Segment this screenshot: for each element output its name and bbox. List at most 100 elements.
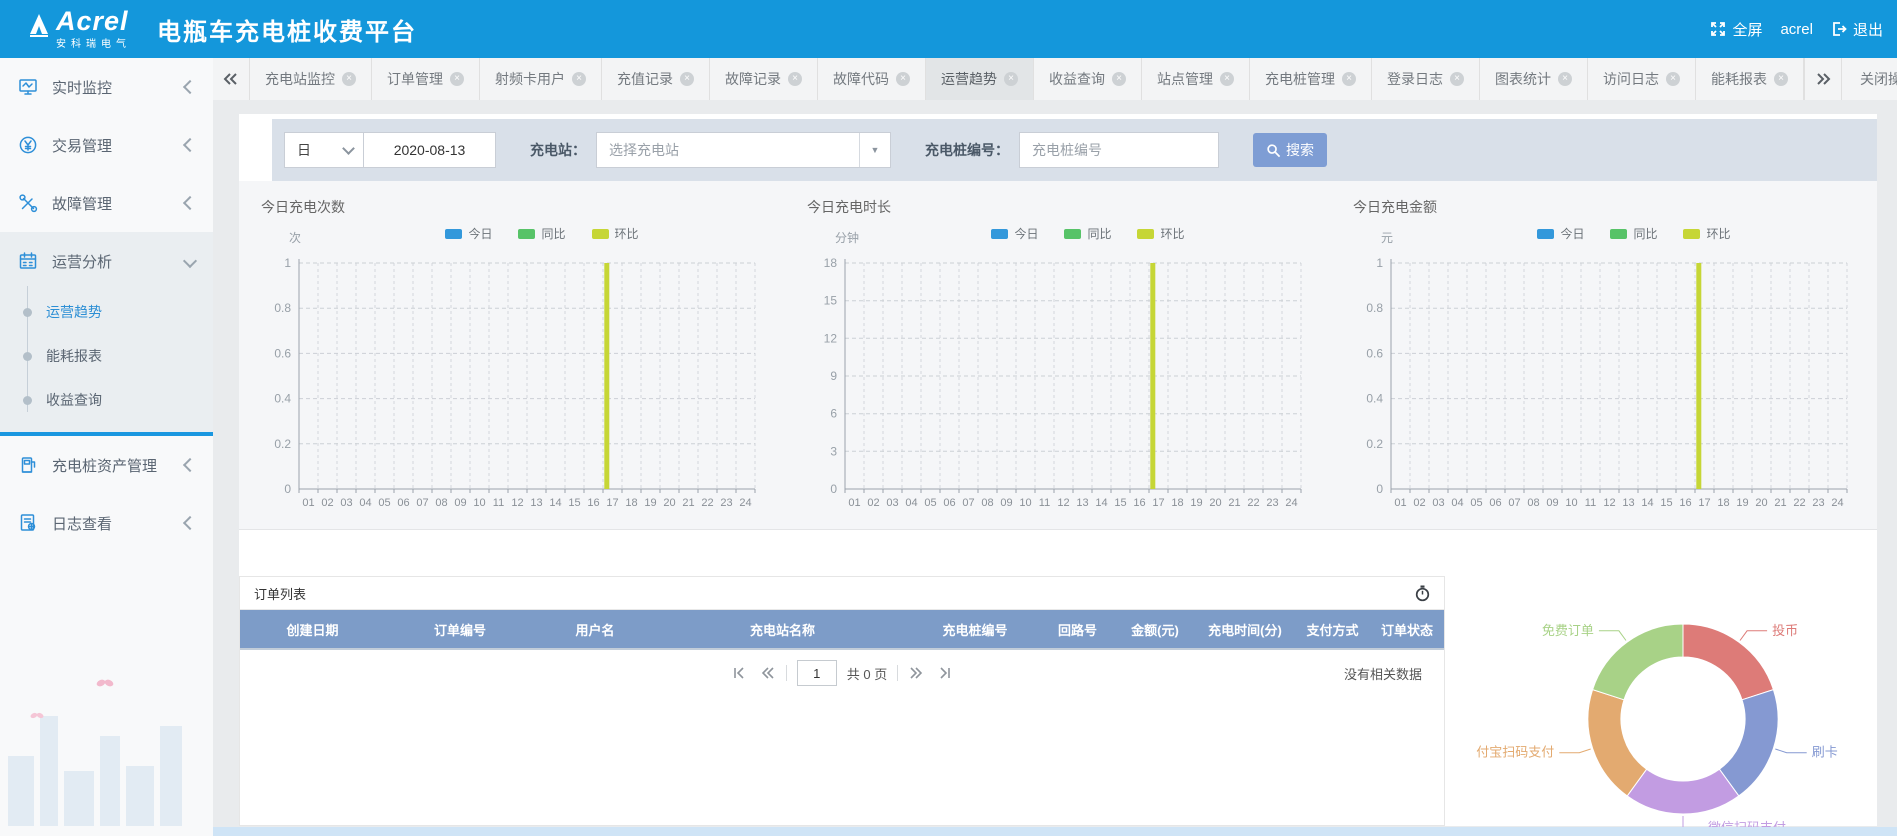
tab-close-icon[interactable]: × <box>342 72 356 86</box>
tab-label: 能耗报表 <box>1711 69 1767 89</box>
sidebar-item-实时监控[interactable]: 实时监控 <box>0 58 213 116</box>
tab-射频卡用户[interactable]: 射频卡用户× <box>480 58 602 100</box>
tab-close-icon[interactable]: × <box>1220 72 1234 86</box>
tabs-scroll-left-button[interactable] <box>213 58 250 100</box>
sidebar-item-日志查看[interactable]: 日志查看 <box>0 494 213 552</box>
svg-text:02: 02 <box>321 497 333 509</box>
tab-close-icon[interactable]: × <box>1342 72 1356 86</box>
svg-text:19: 19 <box>644 497 656 509</box>
tab-能耗报表[interactable]: 能耗报表 × <box>1696 58 1804 100</box>
legend-item-今日[interactable]: 今日 <box>445 225 492 242</box>
legend-item-环比[interactable]: 环比 <box>1137 225 1184 242</box>
charts-section: 今日充电次数次今日同比环比00.20.40.60.810102030405060… <box>239 181 1877 530</box>
sidebar-subitem-能耗报表[interactable]: 能耗报表 <box>0 334 213 378</box>
legend-item-环比[interactable]: 环比 <box>1683 225 1730 242</box>
tab-站点管理[interactable]: 站点管理× <box>1142 58 1250 100</box>
sidebar-subitem-收益查询[interactable]: 收益查询 <box>0 378 213 422</box>
tab-close-icon[interactable]: × <box>1666 72 1680 86</box>
username[interactable]: acrel <box>1780 21 1813 38</box>
legend-item-同比[interactable]: 同比 <box>1610 225 1657 242</box>
tab-close-icon[interactable]: × <box>1004 72 1018 86</box>
pie-slice-投币[interactable] <box>1683 624 1773 700</box>
sidebar-subitem-运营趋势[interactable]: 运营趋势 <box>0 290 213 334</box>
tabs-scroll-right-button[interactable] <box>1804 58 1841 100</box>
tab-充电桩管理[interactable]: 充电桩管理× <box>1250 58 1372 100</box>
tab-close-icon[interactable]: × <box>788 72 802 86</box>
tab-close-icon[interactable]: × <box>1774 72 1788 86</box>
close-operations-menu[interactable]: 关闭操作 <box>1841 58 1897 100</box>
sidebar-item-故障管理[interactable]: 故障管理 <box>0 174 213 232</box>
tab-close-icon[interactable]: × <box>896 72 910 86</box>
charge_duration-plot: 0369121518010203040506070809101112131415… <box>789 253 1319 513</box>
tab-充电站监控[interactable]: 充电站监控 × <box>250 58 372 100</box>
tab-close-icon[interactable]: × <box>572 72 586 86</box>
period-select[interactable]: 日 <box>284 132 364 168</box>
date-input[interactable] <box>364 132 496 168</box>
fullscreen-button[interactable]: 全屏 <box>1710 19 1762 40</box>
sidebar: 实时监控交易管理故障管理运营分析运营趋势能耗报表收益查询充电桩资产管理日志查看 <box>0 58 214 836</box>
first-page-button[interactable] <box>730 665 748 681</box>
station-select[interactable]: 选择充电站 ▼ <box>596 132 891 168</box>
butterfly-icon <box>96 676 114 690</box>
tab-访问日志[interactable]: 访问日志× <box>1588 58 1696 100</box>
chart-legend: 今日 同比 环比 <box>785 225 1331 242</box>
tab-close-icon[interactable]: × <box>450 72 464 86</box>
column-header-支付方式: 支付方式 <box>1295 620 1370 639</box>
tab-close-icon[interactable]: × <box>680 72 694 86</box>
legend-item-同比[interactable]: 同比 <box>518 225 565 242</box>
sidebar-item-label: 运营分析 <box>52 251 112 272</box>
svg-text:15: 15 <box>824 294 838 308</box>
tab-label: 订单管理 <box>387 69 443 89</box>
tab-close-icon[interactable]: × <box>1558 72 1572 86</box>
legend-item-今日[interactable]: 今日 <box>1537 225 1584 242</box>
tab-登录日志[interactable]: 登录日志× <box>1372 58 1480 100</box>
pie-slice-免费订单[interactable] <box>1593 624 1683 700</box>
no-data-text: 没有相关数据 <box>1344 664 1422 683</box>
tab-充值记录[interactable]: 充值记录× <box>602 58 710 100</box>
prev-page-button[interactable] <box>758 665 776 681</box>
sidebar-item-运营分析[interactable]: 运营分析 <box>0 232 213 290</box>
next-page-button[interactable] <box>908 665 926 681</box>
svg-text:12: 12 <box>1603 497 1615 509</box>
legend-swatch <box>518 229 535 239</box>
clock-icon[interactable] <box>1415 585 1430 602</box>
legend-item-环比[interactable]: 环比 <box>592 225 639 242</box>
tab-label: 充电站监控 <box>265 69 335 89</box>
tab-label: 故障记录 <box>725 69 781 89</box>
legend-item-今日[interactable]: 今日 <box>991 225 1038 242</box>
legend-item-同比[interactable]: 同比 <box>1064 225 1111 242</box>
svg-text:17: 17 <box>1698 497 1710 509</box>
pie-slice-微信扫码支付[interactable] <box>1627 769 1739 814</box>
tab-运营趋势[interactable]: 运营趋势× <box>926 58 1034 100</box>
tab-list: 充电站监控×订单管理×射频卡用户×充值记录×故障记录×故障代码×运营趋势×收益查… <box>250 58 1804 100</box>
svg-text:20: 20 <box>1755 497 1767 509</box>
svg-text:02: 02 <box>1413 497 1425 509</box>
tab-图表统计[interactable]: 图表统计× <box>1480 58 1588 100</box>
pile-number-input[interactable] <box>1019 132 1219 168</box>
tab-close-icon[interactable]: × <box>1112 72 1126 86</box>
pie-slice-付宝扫码支付[interactable] <box>1588 690 1647 796</box>
horizontal-scrollbar[interactable] <box>213 827 1897 836</box>
search-button[interactable]: 搜索 <box>1253 133 1327 167</box>
tab-故障代码[interactable]: 故障代码× <box>818 58 926 100</box>
sidebar-item-交易管理[interactable]: 交易管理 <box>0 116 213 174</box>
sidebar-item-充电桩资产管理[interactable]: 充电桩资产管理 <box>0 436 213 494</box>
tab-订单管理[interactable]: 订单管理 × <box>372 58 480 100</box>
logout-button[interactable]: 退出 <box>1831 19 1883 40</box>
svg-text:0.2: 0.2 <box>1366 437 1383 451</box>
pie-slice-刷卡[interactable] <box>1719 690 1778 796</box>
tab-故障记录[interactable]: 故障记录 × <box>710 58 818 100</box>
tab-收益查询[interactable]: 收益查询× <box>1034 58 1142 100</box>
last-page-icon <box>937 665 953 681</box>
svg-text:23: 23 <box>720 497 732 509</box>
svg-text:06: 06 <box>397 497 409 509</box>
last-page-button[interactable] <box>936 665 954 681</box>
tab-close-icon[interactable]: × <box>1450 72 1464 86</box>
svg-text:01: 01 <box>302 497 314 509</box>
page-title: 电瓶车充电桩收费平台 <box>157 12 417 47</box>
pagination-row: 共 0 页 没有相关数据 <box>240 650 1444 696</box>
svg-text:21: 21 <box>1228 497 1240 509</box>
page-number-input[interactable] <box>797 660 837 686</box>
svg-text:11: 11 <box>1585 497 1596 509</box>
sidebar-item-label: 交易管理 <box>52 135 112 156</box>
